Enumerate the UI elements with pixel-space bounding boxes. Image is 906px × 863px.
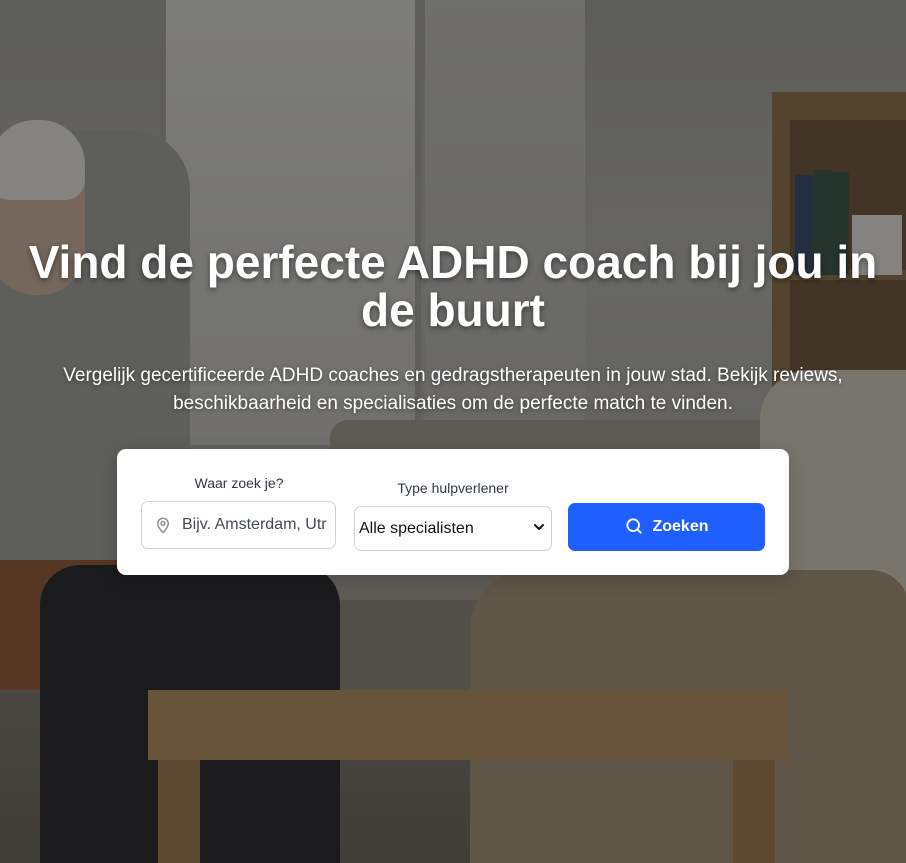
hero-section: Vind de perfecte ADHD coach bij jou in d…: [0, 0, 906, 863]
type-label: Type hulpverlener: [397, 480, 509, 496]
search-icon: [624, 516, 644, 539]
search-card: Waar zoek je? Type hulpverlener Alle spe…: [117, 449, 789, 575]
hero-title: Vind de perfecte ADHD coach bij jou in d…: [28, 236, 878, 336]
location-input[interactable]: [182, 502, 327, 548]
chevron-down-icon: [533, 520, 545, 538]
type-select[interactable]: Alle specialisten: [354, 506, 552, 551]
search-button-label: Zoeken: [652, 518, 709, 535]
location-label: Waar zoek je?: [194, 475, 284, 491]
hero-content: Vind de perfecte ADHD coach bij jou in d…: [0, 0, 906, 863]
location-field[interactable]: [141, 501, 336, 549]
search-button[interactable]: Zoeken: [568, 503, 765, 551]
type-select-value: Alle specialisten: [359, 519, 474, 537]
hero-subtitle: Vergelijk gecertificeerde ADHD coaches e…: [63, 365, 843, 414]
